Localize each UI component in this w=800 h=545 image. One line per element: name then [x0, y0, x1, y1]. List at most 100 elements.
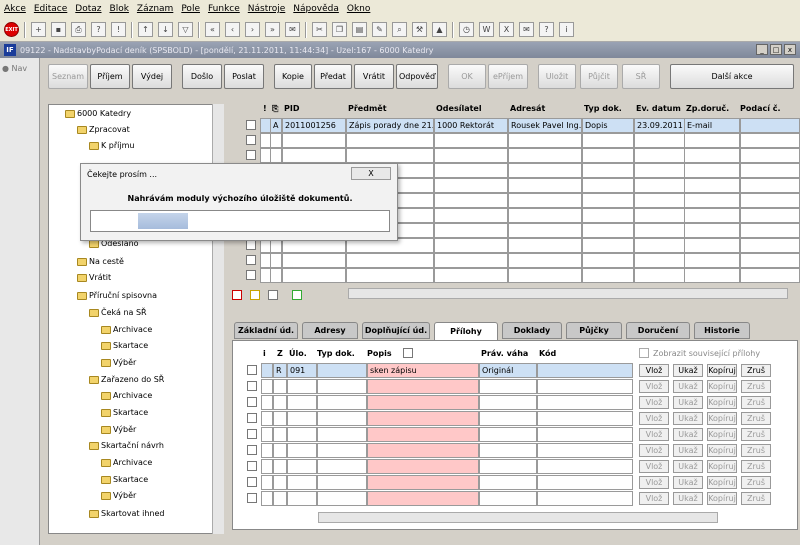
grid-cell[interactable]: [270, 253, 282, 268]
attachment-cell[interactable]: [367, 491, 479, 506]
attachment-ukaz-button[interactable]: Ukaž: [673, 492, 703, 505]
grid-cell[interactable]: [582, 193, 634, 208]
menu-zaznam[interactable]: Záznam: [137, 4, 173, 14]
eprijem-button[interactable]: ePříjem: [488, 64, 528, 89]
sr-button[interactable]: SŘ: [622, 64, 660, 89]
grid-cell[interactable]: [282, 133, 346, 148]
grid-cell[interactable]: [434, 133, 508, 148]
grid-cell[interactable]: [634, 238, 686, 253]
attachment-row-checkbox[interactable]: [247, 413, 257, 423]
tree-item[interactable]: Archivace: [101, 458, 152, 467]
attachment-cell[interactable]: [261, 459, 273, 474]
doslo-button[interactable]: Došlo: [182, 64, 222, 89]
tree-item[interactable]: K příjmu: [89, 141, 134, 150]
attachment-cell[interactable]: [537, 475, 633, 490]
grid-cell[interactable]: [434, 208, 508, 223]
attachment-kopiruj-button[interactable]: Kopíruj: [707, 428, 737, 441]
attachment-row-checkbox[interactable]: [247, 493, 257, 503]
close-button[interactable]: x: [784, 44, 796, 55]
attachment-vloz-button[interactable]: Vlož: [639, 460, 669, 473]
menu-okno[interactable]: Okno: [347, 4, 371, 14]
menu-pole[interactable]: Pole: [181, 4, 200, 14]
attachment-cell[interactable]: [287, 443, 317, 458]
grid-cell[interactable]: [582, 208, 634, 223]
grid-cell[interactable]: E-mail: [684, 118, 740, 133]
last-record-icon[interactable]: »: [265, 22, 280, 37]
attachment-cell[interactable]: [273, 395, 287, 410]
grid-cell[interactable]: [434, 148, 508, 163]
attachment-ukaz-button[interactable]: Ukaž: [673, 380, 703, 393]
attachment-row-checkbox[interactable]: [247, 397, 257, 407]
tree-item[interactable]: Vrátit: [77, 273, 111, 282]
attachment-cell[interactable]: [479, 395, 537, 410]
menu-funkce[interactable]: Funkce: [208, 4, 240, 14]
tree-item[interactable]: Skartační návrh: [89, 441, 164, 450]
attachment-cell[interactable]: [261, 443, 273, 458]
grid-cell[interactable]: [740, 223, 800, 238]
tab-doplnujici[interactable]: Doplňující úd.: [362, 322, 430, 339]
grid-cell[interactable]: [582, 163, 634, 178]
grid-cell[interactable]: [346, 148, 434, 163]
grid-cell[interactable]: [582, 133, 634, 148]
grid-cell[interactable]: [582, 178, 634, 193]
search-icon[interactable]: ⌕: [392, 22, 407, 37]
attachment-cell[interactable]: [317, 363, 367, 378]
attachment-zrus-button[interactable]: Zruš: [741, 364, 771, 377]
kopie-button[interactable]: Kopie: [274, 64, 312, 89]
grid-cell[interactable]: [346, 268, 434, 283]
grid-cell[interactable]: [270, 133, 282, 148]
grid-cell[interactable]: [684, 163, 740, 178]
paste-icon[interactable]: ▤: [352, 22, 367, 37]
new-record-icon[interactable]: +: [31, 22, 46, 37]
grid-cell[interactable]: [634, 193, 686, 208]
grid-cell[interactable]: [508, 193, 582, 208]
attachment-cell[interactable]: [273, 379, 287, 394]
grid-cell[interactable]: [582, 148, 634, 163]
grid-cell[interactable]: 2011001256: [282, 118, 346, 133]
grid-cell[interactable]: A: [270, 118, 282, 133]
row-checkbox[interactable]: [246, 135, 256, 145]
odpoved-button[interactable]: Odpověď: [396, 64, 438, 89]
grid-cell[interactable]: [508, 253, 582, 268]
attachment-cell[interactable]: [273, 475, 287, 490]
attachment-kopiruj-button[interactable]: Kopíruj: [707, 412, 737, 425]
attachment-cell[interactable]: [367, 427, 479, 442]
grid-cell[interactable]: [282, 268, 346, 283]
excel-icon[interactable]: X: [499, 22, 514, 37]
attachment-vloz-button[interactable]: Vlož: [639, 444, 669, 457]
prijem-button[interactable]: Příjem: [90, 64, 130, 89]
attachment-cell[interactable]: [261, 475, 273, 490]
grid-cell[interactable]: [582, 268, 634, 283]
attachment-cell[interactable]: [317, 475, 367, 490]
attachment-vloz-button[interactable]: Vlož: [639, 492, 669, 505]
grid-cell[interactable]: [582, 253, 634, 268]
tree-item[interactable]: Výběr: [101, 425, 136, 434]
copy-icon[interactable]: ❐: [332, 22, 347, 37]
attachment-zrus-button[interactable]: Zruš: [741, 412, 771, 425]
attachment-kopiruj-button[interactable]: Kopíruj: [707, 476, 737, 489]
sort-asc-icon[interactable]: ↑: [138, 22, 153, 37]
attachment-vloz-button[interactable]: Vlož: [639, 412, 669, 425]
col-header-pid[interactable]: PID: [284, 104, 299, 113]
filter-checkbox-red[interactable]: [232, 290, 242, 300]
attachment-cell[interactable]: [367, 411, 479, 426]
mail-icon[interactable]: ✉: [285, 22, 300, 37]
attachment-cell[interactable]: [261, 395, 273, 410]
exit-icon[interactable]: EXIT: [4, 22, 19, 37]
col-header-ev-datum[interactable]: Ev. datum: [636, 104, 681, 113]
tree-item[interactable]: Skartace: [101, 408, 148, 417]
predat-button[interactable]: Předat: [314, 64, 352, 89]
attachment-cell[interactable]: [367, 379, 479, 394]
attachment-cell[interactable]: [273, 427, 287, 442]
grid-cell[interactable]: [740, 178, 800, 193]
show-related-checkbox[interactable]: [639, 348, 649, 358]
dalsi-akce-button[interactable]: Další akce: [670, 64, 794, 89]
grid-cell[interactable]: [740, 118, 800, 133]
tab-prilohy[interactable]: Přílohy: [434, 322, 498, 341]
grid-cell[interactable]: [740, 253, 800, 268]
grid-cell[interactable]: [508, 223, 582, 238]
grid-cell[interactable]: [740, 163, 800, 178]
attachment-cell[interactable]: [479, 491, 537, 506]
attachment-cell[interactable]: [261, 491, 273, 506]
attachment-vloz-button[interactable]: Vlož: [639, 476, 669, 489]
